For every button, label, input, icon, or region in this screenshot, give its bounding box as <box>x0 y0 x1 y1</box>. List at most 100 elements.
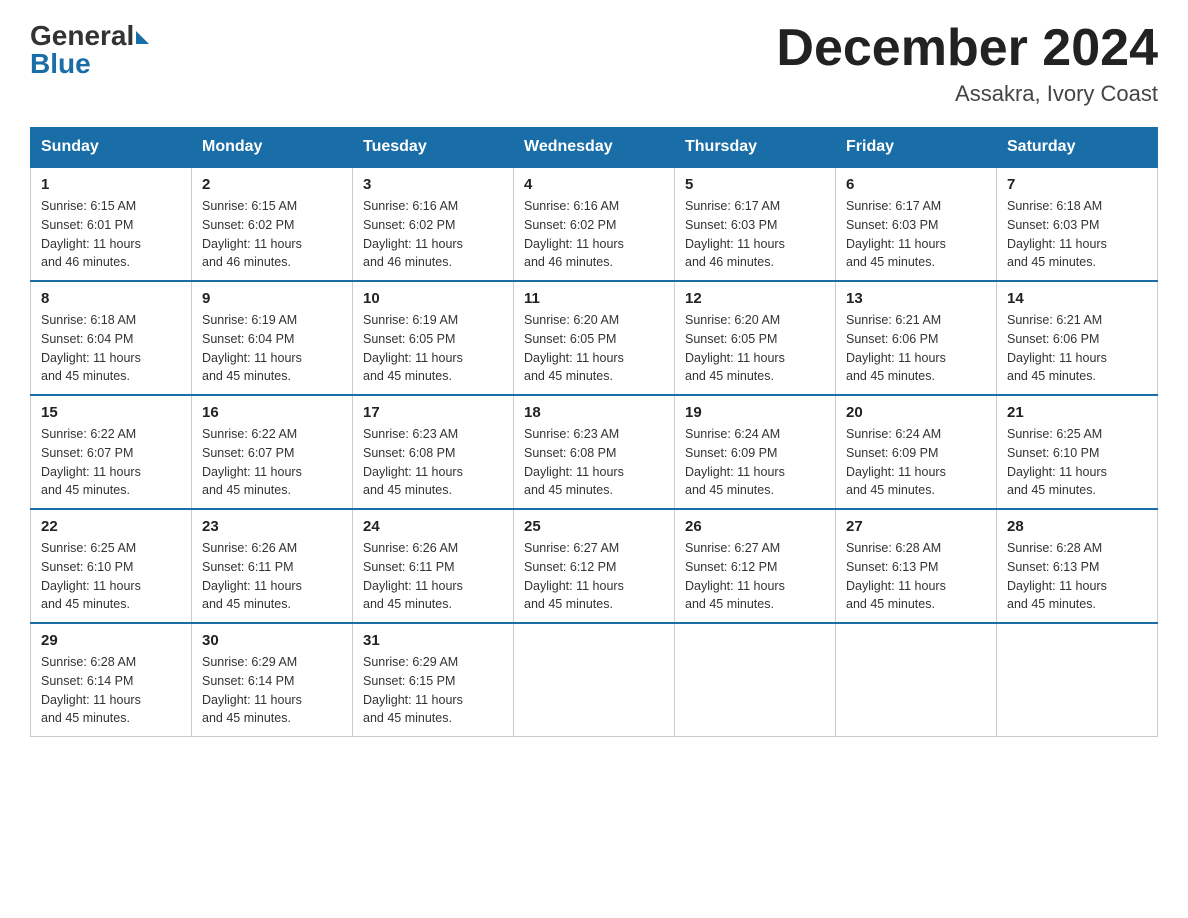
day-number: 6 <box>846 176 986 193</box>
day-number: 22 <box>41 518 181 535</box>
col-sunday: Sunday <box>31 128 192 168</box>
day-cell-22: 22 Sunrise: 6:25 AM Sunset: 6:10 PM Dayl… <box>31 509 192 623</box>
day-number: 17 <box>363 404 503 421</box>
day-cell-27: 27 Sunrise: 6:28 AM Sunset: 6:13 PM Dayl… <box>836 509 997 623</box>
day-number: 13 <box>846 290 986 307</box>
day-info: Sunrise: 6:16 AM Sunset: 6:02 PM Dayligh… <box>524 197 664 272</box>
day-info: Sunrise: 6:19 AM Sunset: 6:04 PM Dayligh… <box>202 311 342 386</box>
day-number: 7 <box>1007 176 1147 193</box>
col-thursday: Thursday <box>675 128 836 168</box>
day-number: 29 <box>41 632 181 649</box>
day-info: Sunrise: 6:27 AM Sunset: 6:12 PM Dayligh… <box>685 539 825 614</box>
day-info: Sunrise: 6:25 AM Sunset: 6:10 PM Dayligh… <box>41 539 181 614</box>
day-info: Sunrise: 6:29 AM Sunset: 6:14 PM Dayligh… <box>202 653 342 728</box>
calendar-header-row: Sunday Monday Tuesday Wednesday Thursday… <box>31 128 1158 168</box>
day-cell-16: 16 Sunrise: 6:22 AM Sunset: 6:07 PM Dayl… <box>192 395 353 509</box>
day-number: 12 <box>685 290 825 307</box>
day-number: 10 <box>363 290 503 307</box>
day-info: Sunrise: 6:17 AM Sunset: 6:03 PM Dayligh… <box>846 197 986 272</box>
empty-cell-w4-d3 <box>514 623 675 737</box>
day-number: 31 <box>363 632 503 649</box>
day-cell-3: 3 Sunrise: 6:16 AM Sunset: 6:02 PM Dayli… <box>353 167 514 281</box>
day-cell-2: 2 Sunrise: 6:15 AM Sunset: 6:02 PM Dayli… <box>192 167 353 281</box>
day-cell-18: 18 Sunrise: 6:23 AM Sunset: 6:08 PM Dayl… <box>514 395 675 509</box>
day-cell-26: 26 Sunrise: 6:27 AM Sunset: 6:12 PM Dayl… <box>675 509 836 623</box>
day-cell-1: 1 Sunrise: 6:15 AM Sunset: 6:01 PM Dayli… <box>31 167 192 281</box>
logo-arrow-icon <box>136 31 149 44</box>
day-cell-17: 17 Sunrise: 6:23 AM Sunset: 6:08 PM Dayl… <box>353 395 514 509</box>
day-info: Sunrise: 6:29 AM Sunset: 6:15 PM Dayligh… <box>363 653 503 728</box>
day-info: Sunrise: 6:25 AM Sunset: 6:10 PM Dayligh… <box>1007 425 1147 500</box>
day-info: Sunrise: 6:22 AM Sunset: 6:07 PM Dayligh… <box>202 425 342 500</box>
day-info: Sunrise: 6:16 AM Sunset: 6:02 PM Dayligh… <box>363 197 503 272</box>
col-saturday: Saturday <box>997 128 1158 168</box>
day-number: 4 <box>524 176 664 193</box>
day-cell-29: 29 Sunrise: 6:28 AM Sunset: 6:14 PM Dayl… <box>31 623 192 737</box>
logo: General Blue <box>30 20 149 80</box>
day-cell-9: 9 Sunrise: 6:19 AM Sunset: 6:04 PM Dayli… <box>192 281 353 395</box>
col-wednesday: Wednesday <box>514 128 675 168</box>
day-info: Sunrise: 6:28 AM Sunset: 6:13 PM Dayligh… <box>846 539 986 614</box>
day-number: 16 <box>202 404 342 421</box>
week-row-2: 8 Sunrise: 6:18 AM Sunset: 6:04 PM Dayli… <box>31 281 1158 395</box>
day-info: Sunrise: 6:24 AM Sunset: 6:09 PM Dayligh… <box>685 425 825 500</box>
day-number: 5 <box>685 176 825 193</box>
day-number: 20 <box>846 404 986 421</box>
day-number: 26 <box>685 518 825 535</box>
day-cell-11: 11 Sunrise: 6:20 AM Sunset: 6:05 PM Dayl… <box>514 281 675 395</box>
day-number: 19 <box>685 404 825 421</box>
day-info: Sunrise: 6:21 AM Sunset: 6:06 PM Dayligh… <box>1007 311 1147 386</box>
day-info: Sunrise: 6:18 AM Sunset: 6:04 PM Dayligh… <box>41 311 181 386</box>
week-row-5: 29 Sunrise: 6:28 AM Sunset: 6:14 PM Dayl… <box>31 623 1158 737</box>
week-row-4: 22 Sunrise: 6:25 AM Sunset: 6:10 PM Dayl… <box>31 509 1158 623</box>
day-cell-7: 7 Sunrise: 6:18 AM Sunset: 6:03 PM Dayli… <box>997 167 1158 281</box>
logo-general-text: General <box>30 20 134 51</box>
day-cell-19: 19 Sunrise: 6:24 AM Sunset: 6:09 PM Dayl… <box>675 395 836 509</box>
logo-blue-text: Blue <box>30 48 149 80</box>
day-cell-13: 13 Sunrise: 6:21 AM Sunset: 6:06 PM Dayl… <box>836 281 997 395</box>
day-number: 8 <box>41 290 181 307</box>
empty-cell-w4-d4 <box>675 623 836 737</box>
day-info: Sunrise: 6:18 AM Sunset: 6:03 PM Dayligh… <box>1007 197 1147 272</box>
day-cell-8: 8 Sunrise: 6:18 AM Sunset: 6:04 PM Dayli… <box>31 281 192 395</box>
day-cell-14: 14 Sunrise: 6:21 AM Sunset: 6:06 PM Dayl… <box>997 281 1158 395</box>
empty-cell-w4-d6 <box>997 623 1158 737</box>
day-number: 28 <box>1007 518 1147 535</box>
day-info: Sunrise: 6:23 AM Sunset: 6:08 PM Dayligh… <box>524 425 664 500</box>
calendar-table: Sunday Monday Tuesday Wednesday Thursday… <box>30 127 1158 737</box>
empty-cell-w4-d5 <box>836 623 997 737</box>
day-number: 3 <box>363 176 503 193</box>
day-number: 2 <box>202 176 342 193</box>
day-cell-4: 4 Sunrise: 6:16 AM Sunset: 6:02 PM Dayli… <box>514 167 675 281</box>
day-info: Sunrise: 6:20 AM Sunset: 6:05 PM Dayligh… <box>524 311 664 386</box>
day-cell-6: 6 Sunrise: 6:17 AM Sunset: 6:03 PM Dayli… <box>836 167 997 281</box>
day-cell-25: 25 Sunrise: 6:27 AM Sunset: 6:12 PM Dayl… <box>514 509 675 623</box>
day-number: 23 <box>202 518 342 535</box>
title-block: December 2024 Assakra, Ivory Coast <box>776 20 1158 107</box>
day-cell-23: 23 Sunrise: 6:26 AM Sunset: 6:11 PM Dayl… <box>192 509 353 623</box>
day-info: Sunrise: 6:26 AM Sunset: 6:11 PM Dayligh… <box>202 539 342 614</box>
day-info: Sunrise: 6:26 AM Sunset: 6:11 PM Dayligh… <box>363 539 503 614</box>
day-info: Sunrise: 6:15 AM Sunset: 6:02 PM Dayligh… <box>202 197 342 272</box>
day-number: 21 <box>1007 404 1147 421</box>
col-tuesday: Tuesday <box>353 128 514 168</box>
day-cell-20: 20 Sunrise: 6:24 AM Sunset: 6:09 PM Dayl… <box>836 395 997 509</box>
day-info: Sunrise: 6:28 AM Sunset: 6:14 PM Dayligh… <box>41 653 181 728</box>
day-cell-24: 24 Sunrise: 6:26 AM Sunset: 6:11 PM Dayl… <box>353 509 514 623</box>
day-number: 24 <box>363 518 503 535</box>
day-cell-30: 30 Sunrise: 6:29 AM Sunset: 6:14 PM Dayl… <box>192 623 353 737</box>
month-year-title: December 2024 <box>776 20 1158 77</box>
col-monday: Monday <box>192 128 353 168</box>
day-number: 30 <box>202 632 342 649</box>
day-number: 14 <box>1007 290 1147 307</box>
day-cell-31: 31 Sunrise: 6:29 AM Sunset: 6:15 PM Dayl… <box>353 623 514 737</box>
day-number: 18 <box>524 404 664 421</box>
day-cell-5: 5 Sunrise: 6:17 AM Sunset: 6:03 PM Dayli… <box>675 167 836 281</box>
day-info: Sunrise: 6:17 AM Sunset: 6:03 PM Dayligh… <box>685 197 825 272</box>
day-info: Sunrise: 6:23 AM Sunset: 6:08 PM Dayligh… <box>363 425 503 500</box>
day-info: Sunrise: 6:20 AM Sunset: 6:05 PM Dayligh… <box>685 311 825 386</box>
day-number: 9 <box>202 290 342 307</box>
day-info: Sunrise: 6:24 AM Sunset: 6:09 PM Dayligh… <box>846 425 986 500</box>
day-cell-15: 15 Sunrise: 6:22 AM Sunset: 6:07 PM Dayl… <box>31 395 192 509</box>
col-friday: Friday <box>836 128 997 168</box>
